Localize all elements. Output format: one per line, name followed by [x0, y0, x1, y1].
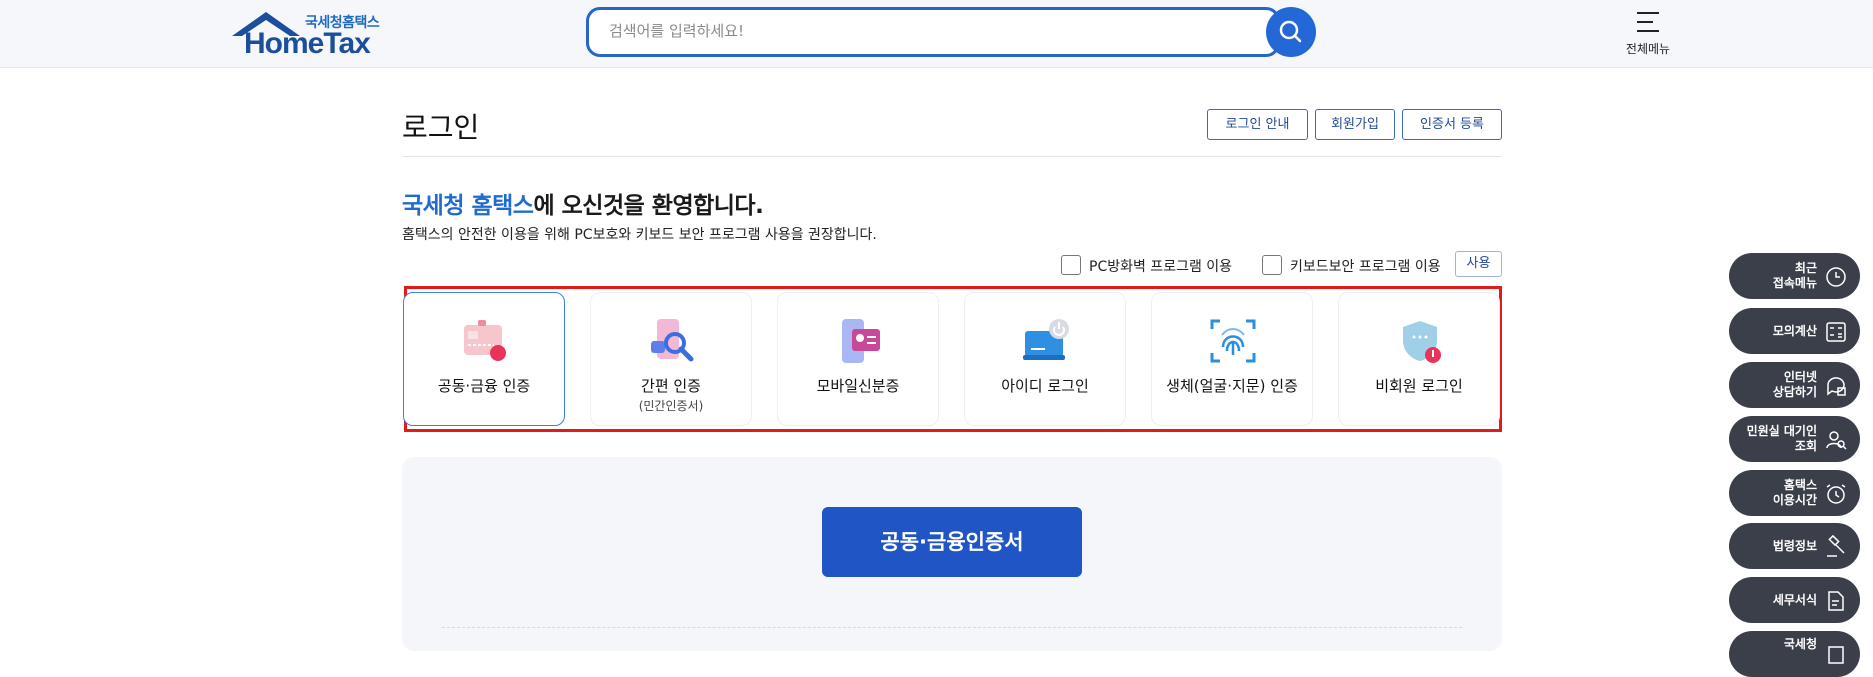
signup-button[interactable]: 회원가입	[1315, 109, 1395, 140]
certificate-icon	[464, 320, 506, 361]
method-biometric[interactable]: 생체(얼굴·지문) 인증	[1151, 292, 1313, 426]
quick-law-info[interactable]: 법령정보	[1729, 523, 1860, 569]
method-id-login[interactable]: 아이디 로그인	[964, 292, 1126, 426]
method-label: 생체(얼굴·지문) 인증	[1166, 377, 1298, 395]
hometax-logo[interactable]: 국세청홈택스 HomeTax	[230, 10, 390, 60]
register-certificate-button[interactable]: 인증서 등록	[1402, 109, 1502, 140]
all-menu-button[interactable]: 전체메뉴	[1620, 8, 1676, 58]
clock-icon	[1826, 267, 1846, 287]
keyboard-security-label: 키보드보안 프로그램 이용	[1290, 259, 1441, 275]
use-button[interactable]: 사용	[1455, 251, 1502, 277]
quick-menu-label: 법령정보	[1772, 538, 1817, 553]
method-label: 아이디 로그인	[1001, 377, 1089, 395]
method-joint-certificate[interactable]: 공동·금융 인증	[403, 292, 565, 426]
quick-nts[interactable]: 국세청	[1729, 631, 1860, 677]
mobile-id-icon	[842, 319, 880, 363]
quick-menu-label: 인터넷 상담하기	[1772, 370, 1817, 399]
method-simple-auth[interactable]: 간편 인증 (민간인증서)	[590, 292, 752, 426]
chat-icon	[1827, 377, 1846, 396]
quick-internet-consult[interactable]: 인터넷 상담하기	[1729, 362, 1860, 408]
welcome-text: 에 오신것을 환영합니다.	[533, 193, 764, 219]
alarm-clock-icon	[1826, 484, 1846, 504]
method-guest-login[interactable]: 비회원 로그인	[1338, 292, 1500, 426]
method-sublabel: (민간인증서)	[638, 399, 704, 413]
joint-certificate-login-button[interactable]: 공동·금융인증서	[822, 507, 1082, 577]
quick-menu-label: 최근 접속메뉴	[1772, 261, 1817, 290]
hamburger-icon	[1637, 12, 1659, 32]
title-divider	[402, 156, 1502, 157]
people-search-icon	[1826, 431, 1847, 450]
firewall-label: PC방화벽 프로그램 이용	[1089, 259, 1233, 275]
quick-menu-label: 홈택스 이용시간	[1772, 478, 1817, 507]
login-guide-button[interactable]: 로그인 안내	[1207, 109, 1308, 140]
quick-menu-label: 민원실 대기인 조회	[1746, 424, 1817, 453]
keyboard-security-checkbox[interactable]	[1262, 255, 1282, 275]
all-menu-label: 전체메뉴	[1625, 42, 1671, 56]
welcome-heading: 국세청 홈택스에 오신것을 환영합니다.	[402, 186, 764, 220]
fingerprint-icon	[1210, 319, 1256, 363]
method-label: 간편 인증	[641, 377, 701, 395]
method-label: 비회원 로그인	[1375, 377, 1463, 395]
page-title: 로그인	[402, 111, 480, 144]
id-login-icon	[1023, 319, 1069, 360]
search-icon	[1279, 20, 1302, 43]
search-button[interactable]	[1266, 7, 1316, 57]
quick-waiting-lookup[interactable]: 민원실 대기인 조회	[1729, 416, 1860, 462]
firewall-checkbox[interactable]	[1061, 255, 1081, 275]
panel-divider	[442, 627, 1462, 628]
method-label: 모바일신분증	[816, 377, 900, 395]
guest-shield-icon	[1403, 321, 1441, 363]
top-header: 국세청홈택스 HomeTax 전체메뉴	[0, 0, 1873, 68]
method-label: 공동·금융 인증	[437, 377, 531, 395]
security-notice: 홈택스의 안전한 이용을 위해 PC보호와 키보드 보안 프로그램 사용을 권장…	[402, 227, 877, 243]
quick-menu-label: 모의계산	[1772, 323, 1817, 338]
quick-menu-label: 국세청	[1783, 637, 1817, 651]
logo-title: HomeTax	[244, 27, 371, 60]
gavel-icon	[1827, 535, 1845, 557]
search-input[interactable]	[609, 22, 1209, 40]
quick-tax-forms[interactable]: 세무서식	[1729, 577, 1860, 623]
building-icon	[1828, 646, 1844, 664]
quick-mock-calculation[interactable]: 모의계산	[1729, 308, 1860, 354]
welcome-highlight: 국세청 홈택스	[402, 193, 534, 219]
method-mobile-id[interactable]: 모바일신분증	[777, 292, 939, 426]
simple-auth-icon	[651, 319, 694, 362]
calculator-icon	[1826, 322, 1846, 342]
quick-recent-menu[interactable]: 최근 접속메뉴	[1729, 253, 1860, 299]
document-icon	[1828, 591, 1844, 611]
quick-menu-label: 세무서식	[1772, 592, 1817, 607]
search-box	[586, 7, 1280, 57]
quick-usage-hours[interactable]: 홈택스 이용시간	[1729, 470, 1860, 516]
